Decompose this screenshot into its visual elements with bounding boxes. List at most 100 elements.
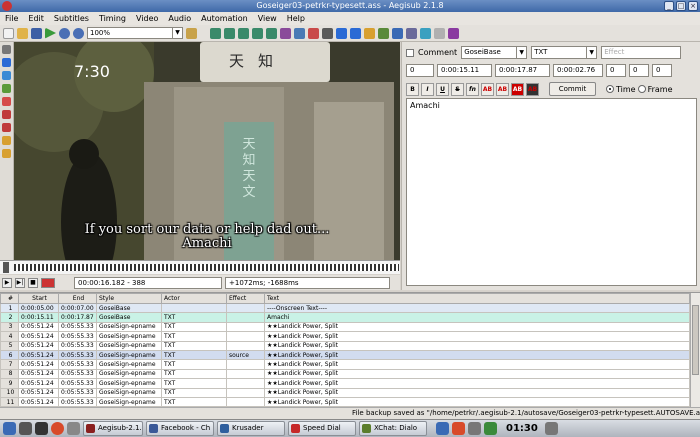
properties-icon[interactable] [294,27,305,39]
rotate-z-icon[interactable] [2,71,11,80]
menu-video[interactable]: Video [136,12,158,25]
task-aegisub[interactable]: Aegisub-2.1. [83,421,143,436]
actor-select[interactable]: TXT ▼ [531,46,598,59]
network-tray-icon[interactable] [436,422,449,435]
stop-button[interactable]: ■ [28,277,38,288]
spellcheck-icon[interactable] [378,27,389,39]
table-row[interactable]: 3 0:05:51.24 0:05:55.33 GoseiSign-epname TXT… [0,321,690,333]
flag-tray-icon[interactable] [452,422,465,435]
taskbar-clock[interactable]: 01:30 [506,423,538,434]
comment-checkbox[interactable] [406,48,414,57]
column-header[interactable]: # [0,293,19,304]
desktop-icon[interactable] [19,422,32,435]
margin-left-field[interactable]: 0 [606,64,626,77]
style-select[interactable]: GoseiBase ▼ [461,46,528,59]
effect-field[interactable]: Effect [601,46,682,59]
underline-button[interactable]: U [436,82,449,96]
frame-radio[interactable] [637,85,646,93]
column-header[interactable]: Style [96,293,162,304]
outline-color-button[interactable]: AB [511,82,524,96]
jump-end-icon[interactable] [224,27,235,39]
bold-button[interactable]: B [406,82,419,96]
column-header[interactable]: Text [264,293,690,304]
autoscroll-button[interactable] [41,277,55,288]
menu-subtitles[interactable]: Subtitles [54,12,89,25]
shift-times-icon[interactable] [420,27,431,39]
strikeout-button[interactable]: S [451,82,464,96]
table-row[interactable]: 10 0:05:51.24 0:05:55.33 GoseiSign-epname TX… [0,387,690,398]
kde-menu-icon[interactable] [3,422,16,435]
tray-menu-icon[interactable] [544,422,558,435]
drag-tool-icon[interactable] [2,58,11,67]
italic-button[interactable]: I [421,82,434,96]
menu-help[interactable]: Help [287,12,305,25]
time-radio[interactable] [606,85,614,93]
rotate-xy-icon[interactable] [2,84,11,93]
margin-vertical-field[interactable]: 0 [652,64,672,77]
play-line-button[interactable]: ▶| [15,277,25,288]
options-icon[interactable] [434,27,445,39]
translation-icon[interactable] [364,27,375,39]
column-header[interactable]: Actor [161,293,227,304]
menu-view[interactable]: View [258,12,277,25]
table-row[interactable]: 8 0:05:51.24 0:05:55.33 GoseiSign-epname TXT… [0,368,690,380]
secondary-color-button[interactable]: AB [496,82,509,96]
subtitles-grid[interactable]: # Start End Style Actor Effect Text 1 0:0… [0,292,700,407]
scrollbar-thumb[interactable] [692,305,699,375]
duration-field[interactable]: 0:00:02.76 [553,64,603,77]
task-facebook[interactable]: Facebook - Ch [146,421,214,436]
jump-to-icon[interactable] [186,27,197,39]
set-end-icon[interactable] [252,27,263,39]
start-time-field[interactable]: 0:00:15.11 [437,64,492,77]
vector-clip-icon[interactable] [2,123,11,132]
post-processor-icon[interactable] [392,27,403,39]
column-header[interactable]: Start [18,293,59,304]
menu-automation[interactable]: Automation [201,12,248,25]
replace-icon[interactable] [350,27,361,39]
new-file-icon[interactable] [3,27,14,39]
zoom-select[interactable]: 100% ▼ [87,27,183,39]
task-krusader[interactable]: Krusader [217,421,285,436]
margin-right-field[interactable]: 0 [629,64,649,77]
video-position[interactable]: 00:00:16.182 - 388 [74,276,222,289]
seek-handle[interactable] [3,262,9,273]
terminal-icon[interactable] [35,422,48,435]
battery-tray-icon[interactable] [484,422,497,435]
table-row[interactable]: 11 0:05:51.24 0:05:55.33 GoseiSign-epname TX… [0,396,690,407]
clip-icon[interactable] [2,110,11,119]
menu-edit[interactable]: Edit [28,12,44,25]
menu-file[interactable]: File [5,12,18,25]
set-start-icon[interactable] [238,27,249,39]
video-seek-bar[interactable] [0,260,400,274]
play-icon[interactable] [45,27,56,39]
task-speed-dial[interactable]: Speed Dial [288,421,356,436]
styles-manager-icon[interactable] [280,27,291,39]
primary-color-button[interactable]: AB [481,82,494,96]
automation-icon[interactable] [448,27,459,39]
kanji-timer-icon[interactable] [406,27,417,39]
table-row[interactable]: 6 0:05:51.24 0:05:55.33 GoseiSign-epname TXT… [0,349,690,361]
column-header[interactable]: Effect [226,293,265,304]
jump-start-icon[interactable] [210,27,221,39]
close-button[interactable]: × [688,1,698,11]
attachments-icon[interactable] [308,27,319,39]
commit-button[interactable]: Commit [549,82,596,96]
fonts-collector-icon[interactable] [322,27,333,39]
table-row[interactable]: 5 0:05:51.24 0:05:55.33 GoseiSign-epname TXT… [0,340,690,351]
minimize-button[interactable]: _ [664,1,674,11]
end-time-field[interactable]: 0:00:17.87 [495,64,550,77]
help-icon[interactable] [2,149,11,158]
subtitle-text-editor[interactable]: Amachi [406,98,697,286]
table-row[interactable]: 9 0:05:51.24 0:05:55.33 GoseiSign-epname TXT… [0,378,690,389]
table-row[interactable]: 4 0:05:51.24 0:05:55.33 GoseiSign-epname TXT… [0,331,690,342]
menu-timing[interactable]: Timing [99,12,126,25]
scale-icon[interactable] [2,97,11,106]
volume-tray-icon[interactable] [468,422,481,435]
video-display[interactable]: 7:30 天知 天知天文 If you sort our data or hel… [14,42,400,260]
menu-audio[interactable]: Audio [168,12,191,25]
play-button[interactable]: ▶ [2,277,12,288]
font-button[interactable]: fn [466,82,479,96]
column-header[interactable]: End [58,293,97,304]
task-xchat[interactable]: XChat: Dialo [359,421,427,436]
snap-icon[interactable] [266,27,277,39]
